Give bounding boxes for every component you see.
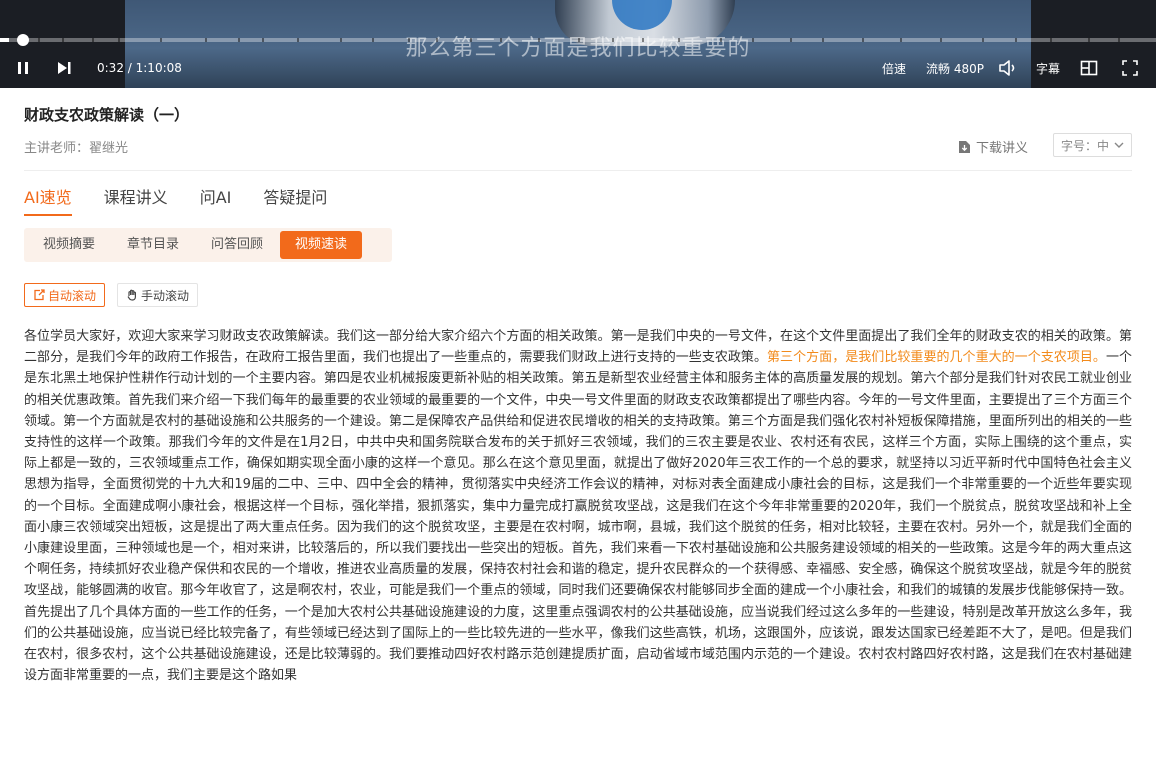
video-player[interactable]: 那么第三个方面是我们比较重要的 0:32 / 1:10:08 倍速 流畅 480… [0,0,1156,88]
auto-scroll-button[interactable]: 自动滚动 [24,283,106,307]
sub-tabs: 视频摘要 章节目录 问答回顾 视频速读 [24,228,392,262]
manual-scroll-button[interactable]: 手动滚动 [117,283,199,307]
course-content: 财政支农政策解读（一） 主讲老师：翟继光 下载讲义 字号：中 AI速览 课程讲义… [0,88,1156,758]
auto-scroll-label: 自动滚动 [48,288,97,303]
caption-button[interactable]: 字幕 [1036,60,1060,77]
next-icon[interactable] [56,61,72,75]
time-separator: / [123,61,136,75]
transcript-after: 一个是东北黑土地保护性耕作行动计划的一个主要内容。第四是农业机械报废更新补贴的相… [24,350,1132,684]
main-tabs: AI速览 课程讲义 问AI 答疑提问 [24,184,359,216]
volume-icon[interactable] [998,59,1018,77]
teacher-name: 主讲老师：翟继光 [24,141,129,156]
course-title: 财政支农政策解读（一） [24,106,190,124]
current-time: 0:32 [97,61,124,75]
subtab-video-summary[interactable]: 视频摘要 [28,231,110,259]
document-icon [958,140,971,154]
scroll-mode-toggle: 自动滚动 手动滚动 [24,283,210,307]
chapter-markers [0,38,1156,42]
subtab-chapter-list[interactable]: 章节目录 [112,231,194,259]
divider [24,170,1132,171]
tab-ai-overview[interactable]: AI速览 [24,184,72,216]
manual-scroll-label: 手动滚动 [141,288,190,303]
download-handout-label: 下载讲义 [976,141,1029,156]
fullscreen-icon[interactable] [1122,60,1138,76]
font-size-label: 字号：中 [1060,138,1109,153]
tab-course-handout[interactable]: 课程讲义 [104,184,168,216]
auto-scroll-icon [33,289,45,301]
hand-icon [126,289,138,301]
transcript-highlight: 第三个方面，是我们比较重要的几个重大的一个支农项目。 [767,350,1106,366]
font-size-select[interactable]: 字号：中 [1053,133,1132,157]
subtab-video-speedread[interactable]: 视频速读 [280,231,363,259]
speed-button[interactable]: 倍速 [882,60,906,77]
quality-button[interactable]: 流畅 480P [926,60,984,77]
total-time: 1:10:08 [135,61,182,75]
layout-icon[interactable] [1080,60,1098,76]
transcript-text: 各位学员大家好，欢迎大家来学习财政支农政策解读。我们这一部分给大家介绍六个方面的… [24,326,1132,686]
tab-questions[interactable]: 答疑提问 [263,184,327,216]
download-handout-button[interactable]: 下载讲义 [958,137,1028,156]
pause-icon[interactable] [16,61,30,75]
subtab-qa-review[interactable]: 问答回顾 [196,231,278,259]
tab-ask-ai[interactable]: 问AI [200,184,232,216]
chevron-down-icon [1114,142,1124,149]
